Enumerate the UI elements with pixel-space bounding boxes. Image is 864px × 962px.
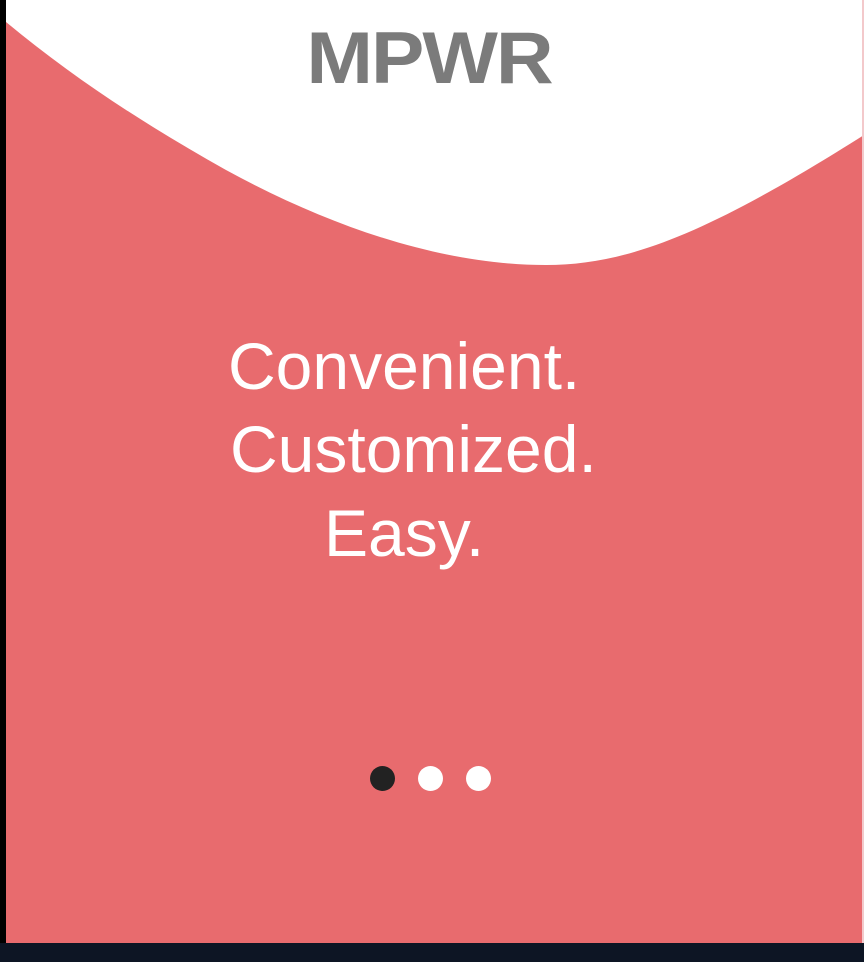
tagline-line-convenient: Convenient. — [228, 329, 581, 403]
bottom-bar — [0, 943, 864, 962]
app-logo: MPWR — [306, 16, 553, 99]
page-dot-3[interactable] — [466, 766, 491, 791]
page-indicator — [370, 766, 491, 792]
tagline-line-customized: Customized. — [230, 412, 597, 486]
page-dot-2[interactable] — [418, 766, 443, 791]
tagline-line-easy: Easy. — [324, 496, 485, 570]
page-dot-1[interactable] — [370, 766, 395, 791]
onboarding-screen: MPWR Convenient. Customized. Easy. — [6, 0, 864, 943]
